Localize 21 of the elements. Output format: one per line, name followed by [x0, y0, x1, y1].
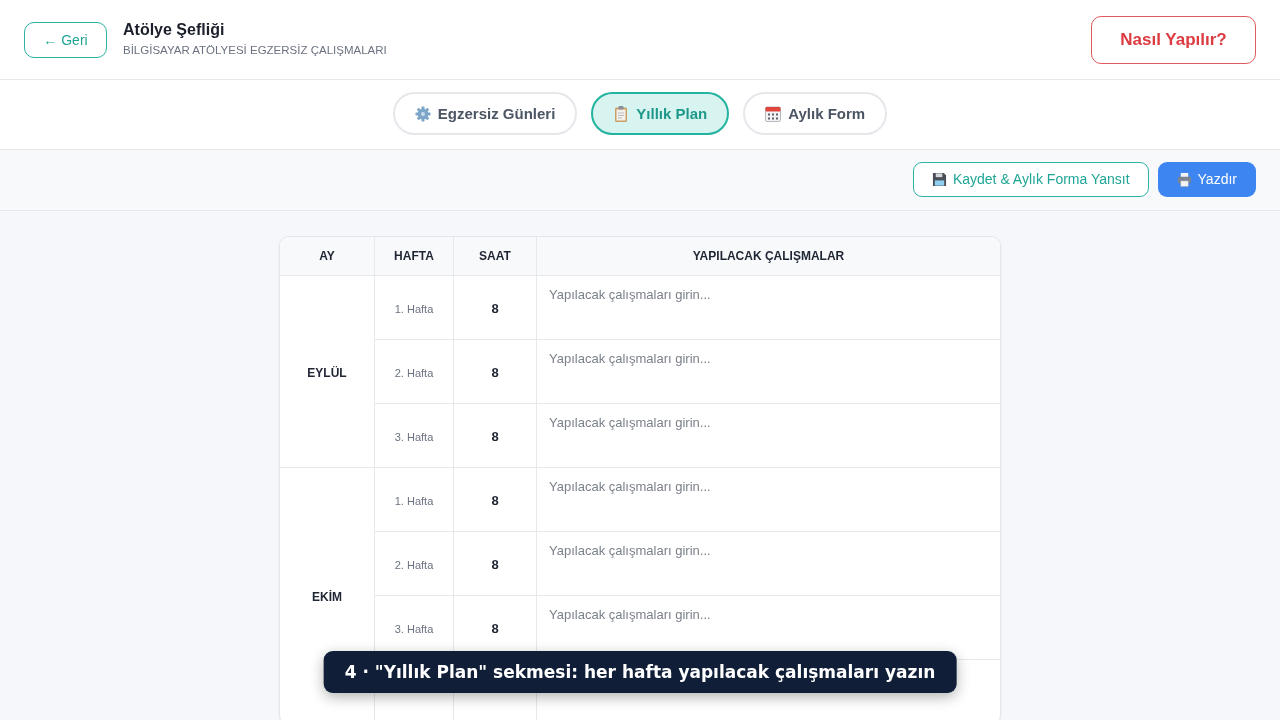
week-cell: 2. Hafta [394, 366, 434, 379]
column-header: YAPILACAK ÇALIŞMALAR [536, 237, 1000, 276]
week-cell: 2. Hafta [394, 558, 434, 571]
hours-cell: 8 [491, 300, 499, 316]
month-cell: EKİM [312, 589, 342, 604]
week-cell: 1. Hafta [394, 302, 434, 315]
week-cell: 1. Hafta [394, 494, 434, 507]
hours-cell: 8 [491, 620, 499, 636]
hours-cell: 8 [491, 556, 499, 572]
column-header: HAFTA [374, 237, 454, 276]
hours-cell: 8 [491, 492, 499, 508]
hours-cell: 8 [491, 428, 499, 444]
hours-cell: 8 [491, 364, 499, 380]
week-cell: 3. Hafta [394, 622, 434, 635]
month-cell: EYLÜL [307, 365, 347, 380]
page-title: Atölye Şefliği [123, 21, 226, 39]
page-subtitle: BİLGİSAYAR ATÖLYESİ EGZERSİZ ÇALIŞMALARI [123, 44, 387, 56]
column-header: AY [280, 237, 375, 276]
week-cell: 3. Hafta [394, 430, 434, 443]
column-header: SAAT [453, 237, 537, 276]
tutorial-toast: 4 · "Yıllık Plan" sekmesi: her hafta yapılacak çalışmaları yazın [323, 651, 957, 693]
